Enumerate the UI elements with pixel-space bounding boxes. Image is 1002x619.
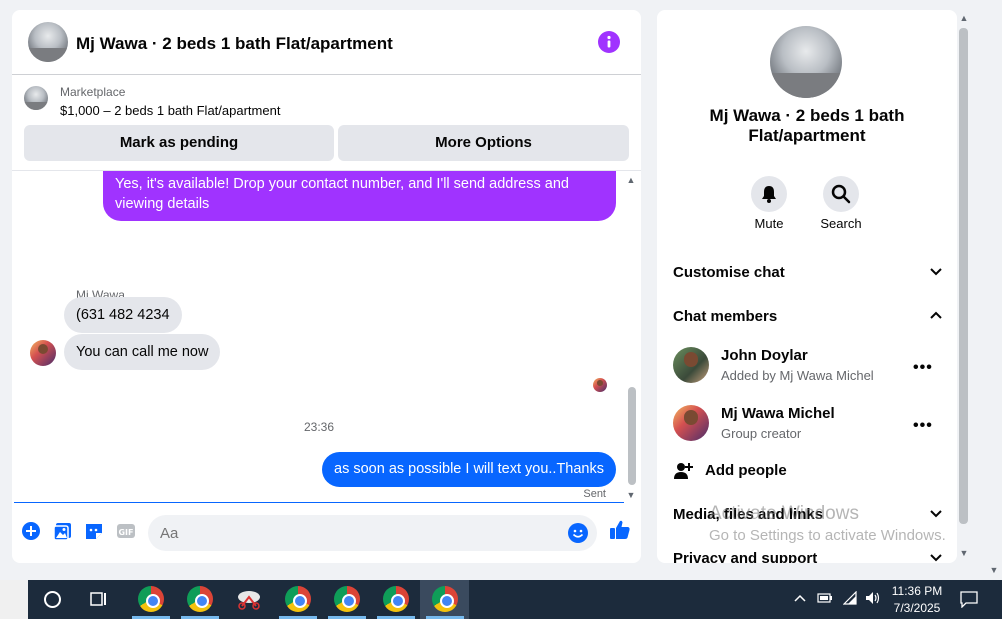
gallery-icon[interactable] <box>53 521 73 541</box>
composer-divider <box>14 502 624 503</box>
member-avatar <box>673 405 709 441</box>
chrome-icon[interactable] <box>432 586 458 612</box>
activate-windows-subtitle: Go to Settings to activate Windows. <box>709 527 946 544</box>
info-icon[interactable] <box>598 31 620 53</box>
search-icon <box>831 184 851 204</box>
customise-chat-section[interactable]: Customise chat <box>673 264 943 281</box>
side-panel-title: Mj Wawa · 2 beds 1 bath Flat/apartment <box>709 106 905 145</box>
system-clock[interactable]: 11:36 PM 7/3/2025 <box>886 583 948 617</box>
message-incoming: You can call me now <box>64 334 221 370</box>
message-outgoing: Yes, it's available! Drop your contact n… <box>103 171 616 221</box>
bell-icon <box>762 186 776 203</box>
svg-text:GIF: GIF <box>118 528 133 537</box>
scroll-down-arrow-icon[interactable]: ▼ <box>625 490 637 500</box>
member-name: Mj Wawa Michel <box>721 405 835 422</box>
search-button[interactable] <box>823 176 859 212</box>
read-receipt-avatar <box>593 378 607 392</box>
like-thumb-icon[interactable] <box>609 519 631 541</box>
member-name: John Doylar <box>721 347 808 364</box>
message-list: Yes, it's available! Drop your contact n… <box>12 170 641 503</box>
show-hidden-icons-icon[interactable] <box>793 591 807 608</box>
message-incoming: (631 482 4234 <box>64 297 182 333</box>
message-outgoing: as soon as possible I will text you..Tha… <box>322 452 616 487</box>
message-input[interactable] <box>160 515 560 551</box>
start-button[interactable] <box>0 580 28 619</box>
snipping-tool-icon[interactable] <box>236 588 262 610</box>
cortana-icon[interactable] <box>44 591 61 608</box>
member-subtitle: Group creator <box>721 426 802 441</box>
member-subtitle: Added by Mj Wawa Michel <box>721 368 874 383</box>
scrollbar-thumb[interactable] <box>628 387 636 485</box>
chrome-icon[interactable] <box>138 586 164 612</box>
clock-date: 7/3/2025 <box>893 601 941 615</box>
add-people-button[interactable]: Add people <box>673 460 873 482</box>
chat-members-section[interactable]: Chat members <box>673 308 943 325</box>
activate-windows-title: Activate Windows <box>709 503 859 524</box>
sticker-icon[interactable] <box>84 521 104 541</box>
mute-button[interactable] <box>751 176 787 212</box>
page-scroll-down-icon[interactable]: ▼ <box>988 565 1000 575</box>
privacy-support-section[interactable]: Privacy and support <box>673 550 943 563</box>
wifi-icon[interactable] <box>842 590 859 608</box>
side-scrollbar-thumb[interactable] <box>959 28 968 524</box>
chrome-icon[interactable] <box>334 586 360 612</box>
listing-thumbnail <box>24 86 48 110</box>
message-composer: GIF <box>12 507 641 557</box>
notification-center-icon[interactable] <box>960 590 978 611</box>
chat-info-panel: Mj Wawa · 2 beds 1 bath Flat/apartment M… <box>657 10 957 563</box>
taskbar: 11:36 PM 7/3/2025 <box>0 580 1002 619</box>
marketplace-listing[interactable]: Marketplace $1,000 – 2 beds 1 bath Flat/… <box>12 76 641 126</box>
side-scroll-up-icon[interactable]: ▲ <box>958 13 970 23</box>
chevron-down-icon <box>930 554 942 562</box>
more-options-button[interactable]: More Options <box>338 125 629 161</box>
message-status: Sent <box>583 488 606 500</box>
more-options-icon[interactable]: ••• <box>913 359 933 377</box>
chevron-down-icon <box>930 268 942 276</box>
listing-title: $1,000 – 2 beds 1 bath Flat/apartment <box>60 103 281 118</box>
clock-time: 11:36 PM <box>891 584 943 598</box>
mute-label: Mute <box>754 216 784 231</box>
member-row[interactable]: John Doylar Added by Mj Wawa Michel ••• <box>673 347 943 387</box>
battery-icon[interactable] <box>817 591 833 608</box>
chevron-up-icon <box>930 311 942 319</box>
member-avatar <box>673 347 709 383</box>
volume-icon[interactable] <box>865 591 881 608</box>
chevron-down-icon <box>930 510 942 518</box>
chrome-icon[interactable] <box>383 586 409 612</box>
plus-circle-icon[interactable] <box>21 521 41 541</box>
mark-as-pending-button[interactable]: Mark as pending <box>24 125 334 161</box>
chat-header: Mj Wawa · 2 beds 1 bath Flat/apartment <box>12 10 641 75</box>
sender-avatar[interactable] <box>30 340 56 366</box>
member-row[interactable]: Mj Wawa Michel Group creator ••• <box>673 405 943 445</box>
task-view-icon[interactable] <box>90 591 108 607</box>
chat-title[interactable]: Mj Wawa · 2 beds 1 bath Flat/apartment <box>76 34 393 54</box>
message-input-box[interactable] <box>148 515 597 551</box>
chat-window: Mj Wawa · 2 beds 1 bath Flat/apartment M… <box>12 10 641 563</box>
emoji-icon[interactable] <box>568 523 588 543</box>
search-label: Search <box>820 216 862 231</box>
add-people-label: Add people <box>705 462 787 479</box>
customise-chat-label: Customise chat <box>673 264 785 281</box>
marketplace-label: Marketplace <box>60 85 126 99</box>
chat-members-label: Chat members <box>673 308 778 325</box>
chrome-icon[interactable] <box>285 586 311 612</box>
message-timestamp: 23:36 <box>303 420 335 434</box>
chat-avatar[interactable] <box>28 22 68 62</box>
more-options-icon[interactable]: ••• <box>913 417 933 435</box>
add-person-icon <box>674 463 693 479</box>
group-avatar[interactable] <box>770 26 842 98</box>
chrome-icon[interactable] <box>187 586 213 612</box>
side-scroll-down-icon[interactable]: ▼ <box>958 548 970 558</box>
privacy-support-label: Privacy and support <box>673 550 818 563</box>
scroll-up-arrow-icon[interactable]: ▲ <box>625 175 637 185</box>
gif-icon[interactable]: GIF <box>116 521 136 541</box>
